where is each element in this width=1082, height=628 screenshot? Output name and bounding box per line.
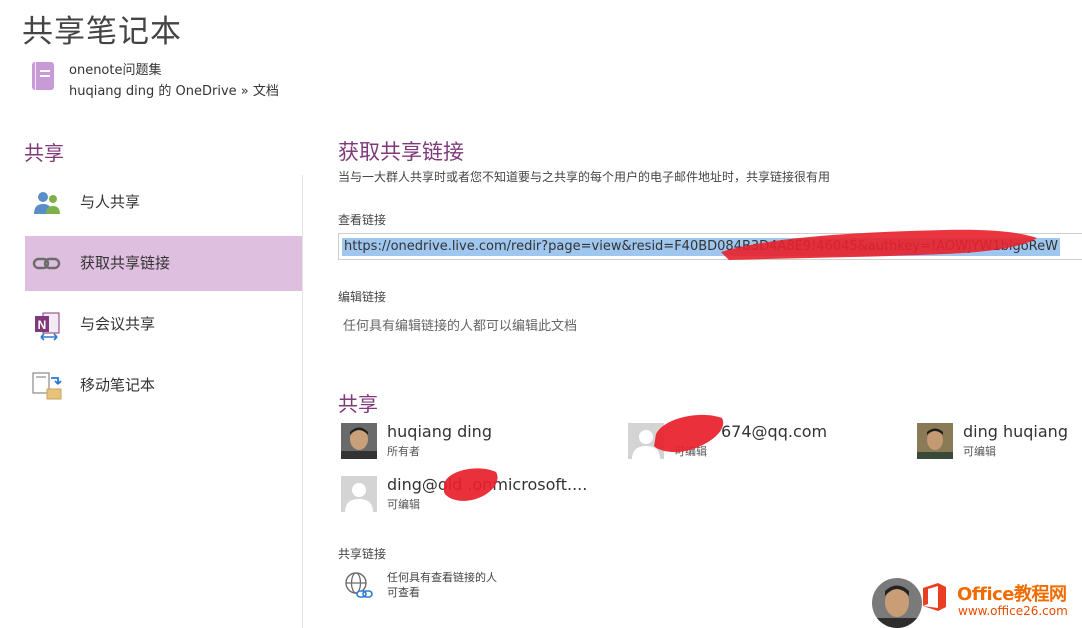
nav-item-move-notebook[interactable]: 移动笔记本 [25,358,302,413]
watermark-photo [872,578,922,628]
nav-item-label: 与会议共享 [80,313,155,334]
panel-divider [302,175,303,628]
shared-person[interactable]: ding@old .onmicrosoft.... 可编辑 [341,476,601,516]
move-notebook-icon [31,370,63,402]
person-role: 可编辑 [963,443,996,459]
person-name: huqiang ding [387,422,492,441]
svg-text:N: N [38,318,47,332]
share-link-description: 任何具有查看链接的人 [387,569,497,585]
edit-link-label: 编辑链接 [338,288,386,305]
notebook-icon [32,62,54,90]
view-link-field[interactable]: https://onedrive.live.com/redir?page=vie… [338,233,1082,260]
view-link-label: 查看链接 [338,211,386,228]
globe-link-icon [343,570,375,602]
avatar-placeholder [341,476,377,512]
section-description: 当与一大群人共享时或者您不知道要与之共享的每个用户的电子邮件地址时，共享链接很有… [338,168,830,185]
share-links-label: 共享链接 [338,545,386,562]
share-link-permission[interactable]: 可查看 [387,584,420,600]
person-name: ding@old .onmicrosoft.... [387,475,587,494]
nav-item-label: 获取共享链接 [80,252,170,273]
left-panel-heading: 共享 [24,137,64,166]
people-icon [31,187,63,219]
link-icon [31,248,63,280]
page-title: 共享笔记本 [22,6,182,51]
shared-person[interactable]: huqiang ding 所有者 [341,423,601,463]
shared-with-heading: 共享 [338,388,378,417]
shared-person[interactable]: 674@qq.com 可编辑 [628,423,888,463]
avatar-placeholder [628,423,664,459]
watermark-brand: Office教程网 [957,580,1067,606]
avatar [917,423,953,459]
office-logo-icon [918,580,952,614]
nav-item-label: 移动笔记本 [80,374,155,395]
person-role: 可编辑 [674,443,707,459]
nav-item-share-with-meeting[interactable]: N 与会议共享 [25,297,302,352]
section-title: 获取共享链接 [338,136,464,166]
notebook-location: huqiang ding 的 OneDrive » 文档 [69,80,279,99]
avatar [341,423,377,459]
nav-item-get-sharing-link[interactable]: 获取共享链接 [25,236,302,291]
shared-person[interactable]: ding huqiang 可编辑 [917,423,1082,463]
edit-link-description: 任何具有编辑链接的人都可以编辑此文档 [343,315,577,334]
watermark-url: www.office26.com [958,604,1068,618]
onenote-meeting-icon: N [31,309,63,341]
person-name: 674@qq.com [721,422,827,441]
notebook-name: onenote问题集 [69,59,161,78]
person-role: 所有者 [387,443,420,459]
view-link-url[interactable]: https://onedrive.live.com/redir?page=vie… [342,238,1060,256]
nav-item-share-with-people[interactable]: 与人共享 [25,175,302,230]
person-role: 可编辑 [387,496,420,512]
nav-item-label: 与人共享 [80,191,140,212]
person-name: ding huqiang [963,422,1068,441]
